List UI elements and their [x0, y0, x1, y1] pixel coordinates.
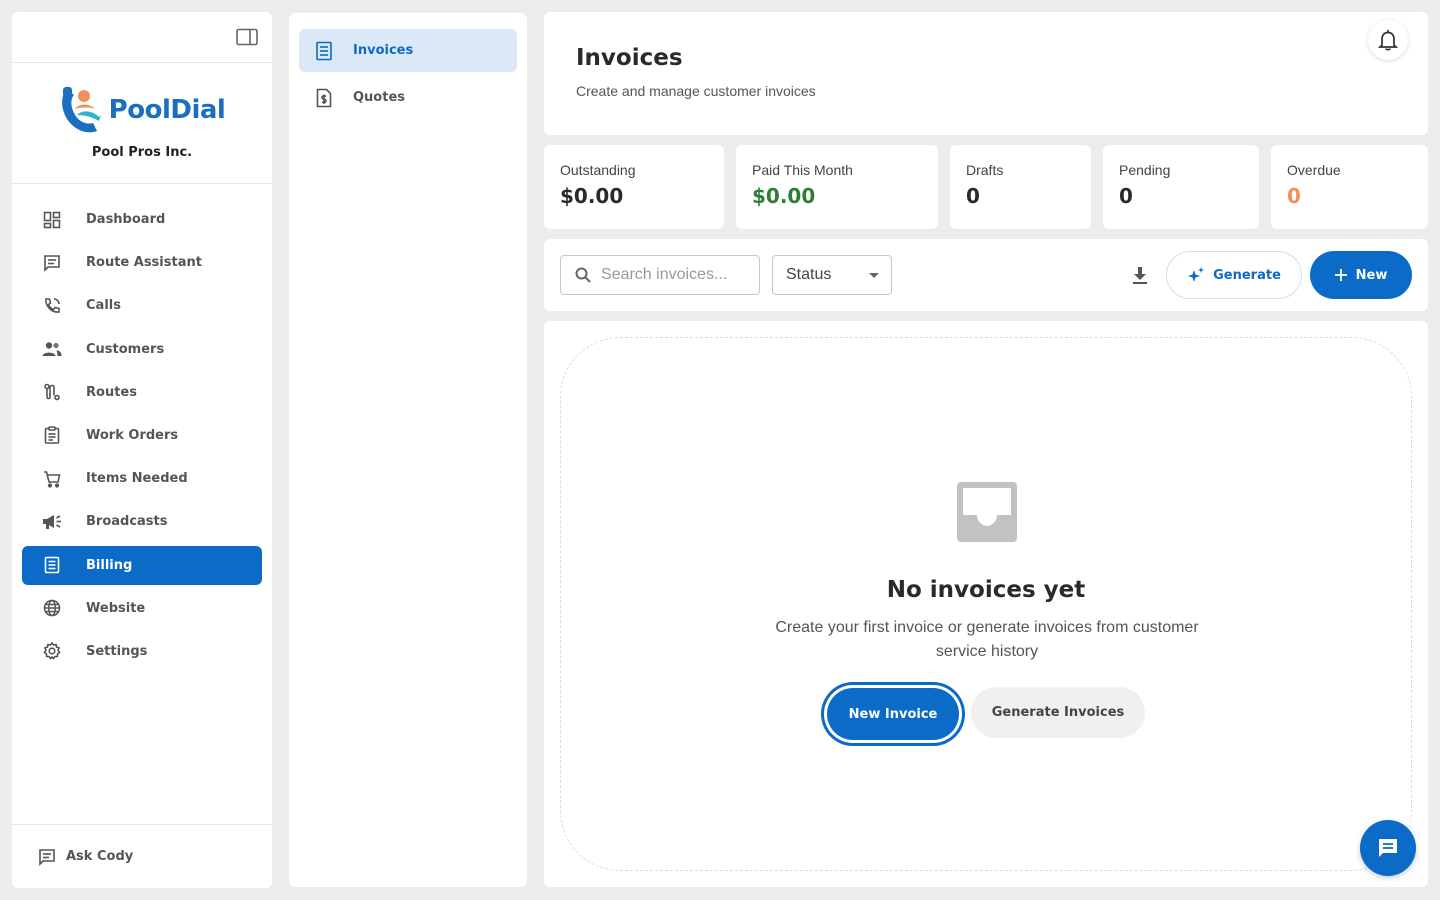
ask-cody-button[interactable]: Ask Cody [12, 824, 272, 888]
logo[interactable]: PoolDial [12, 63, 272, 135]
ask-cody-label: Ask Cody [66, 849, 134, 864]
new-button[interactable]: New [1310, 251, 1412, 299]
receipt-icon [42, 555, 62, 575]
sidebar-item-label: Routes [86, 384, 137, 400]
phone-icon [42, 296, 62, 316]
sidebar-collapse-icon[interactable] [236, 28, 258, 46]
chat-icon [42, 253, 62, 273]
generate-invoices-button[interactable]: Generate Invoices [971, 687, 1145, 738]
quote-icon [313, 88, 335, 108]
stat-value: 0 [1287, 184, 1301, 208]
new-invoice-label: New Invoice [848, 706, 938, 722]
chat-icon [39, 848, 55, 866]
route-icon [42, 382, 62, 402]
stat-outstanding: Outstanding $0.00 [544, 145, 724, 229]
subnav-item-label: Quotes [353, 90, 406, 105]
generate-button[interactable]: Generate [1166, 251, 1302, 299]
subnav-item-label: Invoices [353, 43, 414, 58]
stat-label: Drafts [966, 162, 1004, 178]
stat-label: Outstanding [560, 162, 636, 178]
sidebar-item-broadcasts[interactable]: Broadcasts [22, 502, 262, 541]
sidebar-item-label: Website [86, 600, 146, 616]
sidebar-item-dashboard[interactable]: Dashboard [22, 200, 262, 239]
sidebar-item-label: Dashboard [86, 212, 166, 227]
sparkle-icon [1188, 267, 1205, 282]
sidebar-item-customers[interactable]: Customers [22, 330, 262, 369]
plus-icon [1334, 269, 1347, 281]
sidebar-item-label: Broadcasts [86, 514, 168, 530]
megaphone-icon [42, 512, 62, 532]
sidebar-item-label: Items Needed [86, 471, 188, 487]
stat-value: 0 [1119, 184, 1133, 208]
generate-button-label: Generate [1213, 267, 1281, 283]
gear-icon [42, 641, 62, 661]
stat-value: 0 [966, 184, 980, 208]
page-subtitle: Create and manage customer invoices [576, 83, 816, 99]
stat-value: $0.00 [752, 184, 816, 208]
stat-overdue: Overdue 0 [1271, 145, 1428, 229]
sidebar-item-label: Settings [86, 643, 148, 659]
subnav-item-quotes[interactable]: Quotes [299, 76, 517, 119]
sidebar-item-label: Route Assistant [86, 255, 202, 271]
sidebar-item-settings[interactable]: Settings [22, 632, 262, 671]
search-box[interactable] [560, 255, 760, 295]
sidebar-item-routes[interactable]: Routes [22, 373, 262, 412]
stat-pending: Pending 0 [1103, 145, 1259, 229]
search-icon [575, 267, 591, 283]
sidebar-item-billing[interactable]: Billing [22, 545, 262, 585]
sidebar-item-label: Work Orders [86, 427, 179, 443]
phone-logo-icon [61, 87, 101, 133]
sidebar-nav: Dashboard Route Assistant Calls Customer… [12, 184, 272, 671]
cart-icon [42, 469, 62, 489]
generate-invoices-label: Generate Invoices [991, 705, 1125, 720]
subnav-item-invoices[interactable]: Invoices [299, 29, 517, 72]
sidebar-item-label: Billing [86, 557, 133, 573]
empty-state-title: No invoices yet [886, 577, 1086, 603]
billing-subnav: Invoices Quotes [289, 13, 527, 887]
notifications-button[interactable] [1368, 20, 1408, 60]
sidebar-item-label: Customers [86, 341, 165, 357]
inbox-icon [957, 482, 1017, 542]
invoice-toolbar: Status Generate New [544, 239, 1428, 311]
search-input[interactable] [601, 266, 741, 284]
clipboard-icon [42, 425, 62, 445]
new-button-label: New [1355, 267, 1388, 283]
sidebar-header [12, 12, 272, 63]
sidebar-item-label: Calls [86, 298, 121, 314]
status-select-label: Status [786, 266, 832, 283]
sidebar-item-items-needed[interactable]: Items Needed [22, 459, 262, 498]
logo-text: PoolDial [108, 95, 226, 125]
status-select[interactable]: Status [772, 255, 892, 295]
invoice-list-area: No invoices yet Create your first invoic… [544, 321, 1428, 887]
sidebar-item-calls[interactable]: Calls [22, 286, 262, 325]
dashboard-icon [42, 210, 62, 230]
people-icon [42, 339, 62, 359]
globe-icon [42, 598, 62, 618]
stat-value: $0.00 [560, 184, 624, 208]
stat-drafts: Drafts 0 [950, 145, 1091, 229]
sidebar-item-website[interactable]: Website [22, 589, 262, 628]
brand-area: PoolDial Pool Pros Inc. [12, 63, 272, 184]
receipt-icon [313, 41, 335, 61]
empty-state-description: Create your first invoice or generate in… [775, 619, 1199, 660]
bell-icon [1378, 30, 1398, 51]
sidebar-item-route-assistant[interactable]: Route Assistant [22, 243, 262, 282]
stat-label: Pending [1119, 162, 1171, 178]
page-header: Invoices Create and manage customer invo… [544, 12, 1428, 135]
download-icon[interactable] [1128, 263, 1152, 287]
empty-state: No invoices yet Create your first invoic… [560, 337, 1412, 871]
message-icon [1379, 839, 1397, 857]
company-name: Pool Pros Inc. [91, 145, 193, 160]
chat-support-button[interactable] [1360, 820, 1416, 876]
page-title: Invoices [576, 45, 683, 71]
sidebar: PoolDial Pool Pros Inc. Dashboard Route … [12, 12, 272, 888]
stat-label: Paid This Month [752, 162, 853, 178]
caret-down-icon [869, 273, 879, 278]
stat-label: Overdue [1287, 162, 1341, 178]
new-invoice-button[interactable]: New Invoice [827, 688, 959, 740]
stat-paid-this-month: Paid This Month $0.00 [736, 145, 938, 229]
sidebar-item-work-orders[interactable]: Work Orders [22, 416, 262, 455]
